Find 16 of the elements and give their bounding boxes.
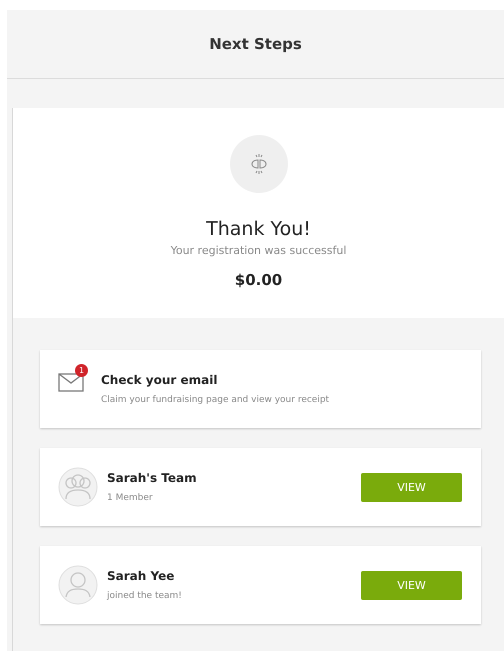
step-title: Check your email — [101, 373, 218, 387]
step-title: Sarah Yee — [107, 569, 176, 583]
step-title: Sarah's Team — [107, 471, 198, 485]
step-subtitle: joined the team! — [107, 591, 183, 601]
step-subtitle: Claim your fundraising page and view your receipt — [101, 395, 330, 405]
success-message: Your registration was successful — [170, 244, 346, 257]
notification-badge: 1 — [75, 364, 88, 377]
person-avatar-icon — [58, 565, 98, 605]
page-title: Next Steps — [209, 35, 302, 53]
view-button[interactable]: VIEW — [361, 472, 462, 502]
thank-you-heading: Thank You! — [206, 218, 311, 240]
step-subtitle: 1 Member — [107, 493, 154, 503]
amount: $0.00 — [234, 271, 282, 289]
envelope-icon — [58, 373, 84, 392]
group-avatar-icon — [58, 467, 98, 507]
view-button[interactable]: VIEW — [361, 570, 462, 600]
